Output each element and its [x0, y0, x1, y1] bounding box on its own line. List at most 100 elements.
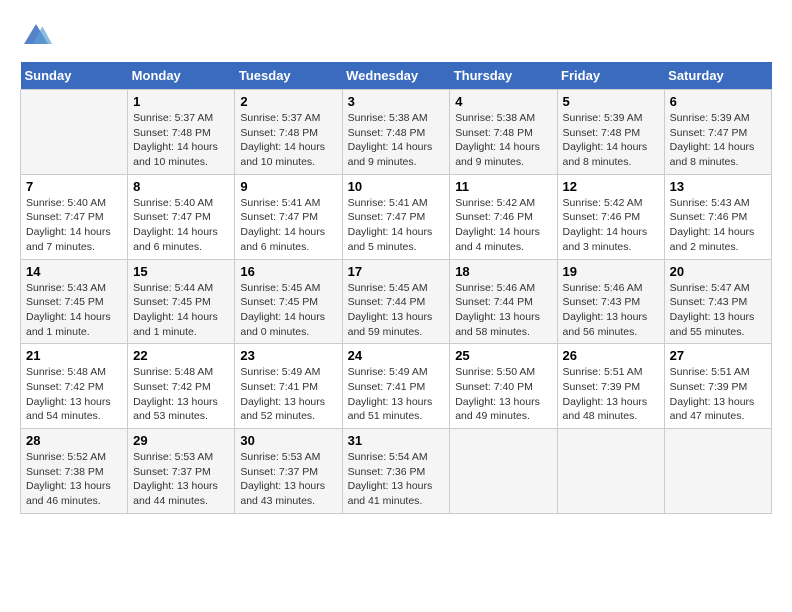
day-info: Sunrise: 5:43 AMSunset: 7:45 PMDaylight:… [26, 281, 122, 340]
calendar-cell [450, 429, 557, 514]
day-number: 2 [240, 94, 336, 109]
day-number: 11 [455, 179, 551, 194]
day-number: 7 [26, 179, 122, 194]
day-info: Sunrise: 5:40 AMSunset: 7:47 PMDaylight:… [133, 196, 229, 255]
day-number: 15 [133, 264, 229, 279]
calendar-cell: 19 Sunrise: 5:46 AMSunset: 7:43 PMDayligh… [557, 259, 664, 344]
calendar-cell: 9 Sunrise: 5:41 AMSunset: 7:47 PMDaylight… [235, 174, 342, 259]
day-number: 18 [455, 264, 551, 279]
logo-icon [20, 20, 52, 52]
day-number: 22 [133, 348, 229, 363]
day-number: 25 [455, 348, 551, 363]
day-info: Sunrise: 5:41 AMSunset: 7:47 PMDaylight:… [240, 196, 336, 255]
day-info: Sunrise: 5:51 AMSunset: 7:39 PMDaylight:… [563, 365, 659, 424]
day-number: 4 [455, 94, 551, 109]
day-header-friday: Friday [557, 62, 664, 90]
day-info: Sunrise: 5:53 AMSunset: 7:37 PMDaylight:… [133, 450, 229, 509]
day-header-wednesday: Wednesday [342, 62, 450, 90]
day-number: 14 [26, 264, 122, 279]
calendar-cell: 10Sunrise: 5:41 AMSunset: 7:47 PMDayligh… [342, 174, 450, 259]
day-info: Sunrise: 5:53 AMSunset: 7:37 PMDaylight:… [240, 450, 336, 509]
day-number: 9 [240, 179, 336, 194]
day-number: 21 [26, 348, 122, 363]
calendar-cell [664, 429, 771, 514]
day-info: Sunrise: 5:52 AMSunset: 7:38 PMDaylight:… [26, 450, 122, 509]
day-header-saturday: Saturday [664, 62, 771, 90]
page-header [20, 20, 772, 52]
calendar-cell: 16 Sunrise: 5:45 AMSunset: 7:45 PMDayligh… [235, 259, 342, 344]
day-number: 23 [240, 348, 336, 363]
day-number: 1 [133, 94, 229, 109]
calendar-cell: 18 Sunrise: 5:46 AMSunset: 7:44 PMDayligh… [450, 259, 557, 344]
day-number: 3 [348, 94, 445, 109]
calendar-cell: 7 Sunrise: 5:40 AMSunset: 7:47 PMDaylight… [21, 174, 128, 259]
day-number: 8 [133, 179, 229, 194]
day-info: Sunrise: 5:48 AMSunset: 7:42 PMDaylight:… [26, 365, 122, 424]
day-number: 16 [240, 264, 336, 279]
day-info: Sunrise: 5:47 AMSunset: 7:43 PMDaylight:… [670, 281, 766, 340]
calendar-cell: 20 Sunrise: 5:47 AMSunset: 7:43 PMDayligh… [664, 259, 771, 344]
calendar-cell: 23Sunrise: 5:49 AMSunset: 7:41 PMDayligh… [235, 344, 342, 429]
day-number: 28 [26, 433, 122, 448]
day-number: 13 [670, 179, 766, 194]
day-info: Sunrise: 5:46 AMSunset: 7:43 PMDaylight:… [563, 281, 659, 340]
day-number: 10 [348, 179, 445, 194]
day-header-monday: Monday [128, 62, 235, 90]
calendar-cell: 31Sunrise: 5:54 AMSunset: 7:36 PMDayligh… [342, 429, 450, 514]
week-row-1: 1 Sunrise: 5:37 AMSunset: 7:48 PMDaylight… [21, 90, 772, 175]
day-info: Sunrise: 5:50 AMSunset: 7:40 PMDaylight:… [455, 365, 551, 424]
calendar-cell: 27Sunrise: 5:51 AMSunset: 7:39 PMDayligh… [664, 344, 771, 429]
day-info: Sunrise: 5:42 AMSunset: 7:46 PMDaylight:… [455, 196, 551, 255]
calendar-cell: 6 Sunrise: 5:39 AMSunset: 7:47 PMDaylight… [664, 90, 771, 175]
calendar-cell: 1 Sunrise: 5:37 AMSunset: 7:48 PMDaylight… [128, 90, 235, 175]
calendar-cell: 25 Sunrise: 5:50 AMSunset: 7:40 PMDayligh… [450, 344, 557, 429]
day-number: 6 [670, 94, 766, 109]
calendar-cell: 22Sunrise: 5:48 AMSunset: 7:42 PMDayligh… [128, 344, 235, 429]
day-number: 17 [348, 264, 445, 279]
calendar-cell: 30Sunrise: 5:53 AMSunset: 7:37 PMDayligh… [235, 429, 342, 514]
calendar-cell [557, 429, 664, 514]
calendar-cell: 2Sunrise: 5:37 AMSunset: 7:48 PMDaylight… [235, 90, 342, 175]
calendar-cell: 24 Sunrise: 5:49 AMSunset: 7:41 PMDayligh… [342, 344, 450, 429]
week-row-4: 21 Sunrise: 5:48 AMSunset: 7:42 PMDayligh… [21, 344, 772, 429]
calendar-cell: 17 Sunrise: 5:45 AMSunset: 7:44 PMDayligh… [342, 259, 450, 344]
day-number: 24 [348, 348, 445, 363]
calendar-cell: 29 Sunrise: 5:53 AMSunset: 7:37 PMDayligh… [128, 429, 235, 514]
calendar-cell: 5 Sunrise: 5:39 AMSunset: 7:48 PMDaylight… [557, 90, 664, 175]
day-info: Sunrise: 5:39 AMSunset: 7:48 PMDaylight:… [563, 111, 659, 170]
day-number: 5 [563, 94, 659, 109]
day-number: 12 [563, 179, 659, 194]
day-info: Sunrise: 5:49 AMSunset: 7:41 PMDaylight:… [348, 365, 445, 424]
day-info: Sunrise: 5:40 AMSunset: 7:47 PMDaylight:… [26, 196, 122, 255]
day-info: Sunrise: 5:37 AMSunset: 7:48 PMDaylight:… [133, 111, 229, 170]
day-info: Sunrise: 5:44 AMSunset: 7:45 PMDaylight:… [133, 281, 229, 340]
day-number: 26 [563, 348, 659, 363]
day-header-tuesday: Tuesday [235, 62, 342, 90]
calendar-cell: 3 Sunrise: 5:38 AMSunset: 7:48 PMDaylight… [342, 90, 450, 175]
day-header-sunday: Sunday [21, 62, 128, 90]
day-info: Sunrise: 5:43 AMSunset: 7:46 PMDaylight:… [670, 196, 766, 255]
day-info: Sunrise: 5:42 AMSunset: 7:46 PMDaylight:… [563, 196, 659, 255]
day-info: Sunrise: 5:45 AMSunset: 7:45 PMDaylight:… [240, 281, 336, 340]
day-info: Sunrise: 5:39 AMSunset: 7:47 PMDaylight:… [670, 111, 766, 170]
day-number: 20 [670, 264, 766, 279]
day-header-thursday: Thursday [450, 62, 557, 90]
calendar-cell: 28 Sunrise: 5:52 AMSunset: 7:38 PMDayligh… [21, 429, 128, 514]
day-number: 31 [348, 433, 445, 448]
day-info: Sunrise: 5:45 AMSunset: 7:44 PMDaylight:… [348, 281, 445, 340]
day-number: 29 [133, 433, 229, 448]
day-info: Sunrise: 5:46 AMSunset: 7:44 PMDaylight:… [455, 281, 551, 340]
week-row-3: 14 Sunrise: 5:43 AMSunset: 7:45 PMDayligh… [21, 259, 772, 344]
calendar-cell [21, 90, 128, 175]
day-info: Sunrise: 5:38 AMSunset: 7:48 PMDaylight:… [455, 111, 551, 170]
calendar-cell: 13 Sunrise: 5:43 AMSunset: 7:46 PMDayligh… [664, 174, 771, 259]
day-header-row: SundayMondayTuesdayWednesdayThursdayFrid… [21, 62, 772, 90]
week-row-2: 7 Sunrise: 5:40 AMSunset: 7:47 PMDaylight… [21, 174, 772, 259]
calendar-cell: 4 Sunrise: 5:38 AMSunset: 7:48 PMDaylight… [450, 90, 557, 175]
day-info: Sunrise: 5:38 AMSunset: 7:48 PMDaylight:… [348, 111, 445, 170]
calendar-cell: 8 Sunrise: 5:40 AMSunset: 7:47 PMDaylight… [128, 174, 235, 259]
calendar-cell: 14 Sunrise: 5:43 AMSunset: 7:45 PMDayligh… [21, 259, 128, 344]
calendar-table: SundayMondayTuesdayWednesdayThursdayFrid… [20, 62, 772, 514]
day-number: 19 [563, 264, 659, 279]
day-number: 27 [670, 348, 766, 363]
